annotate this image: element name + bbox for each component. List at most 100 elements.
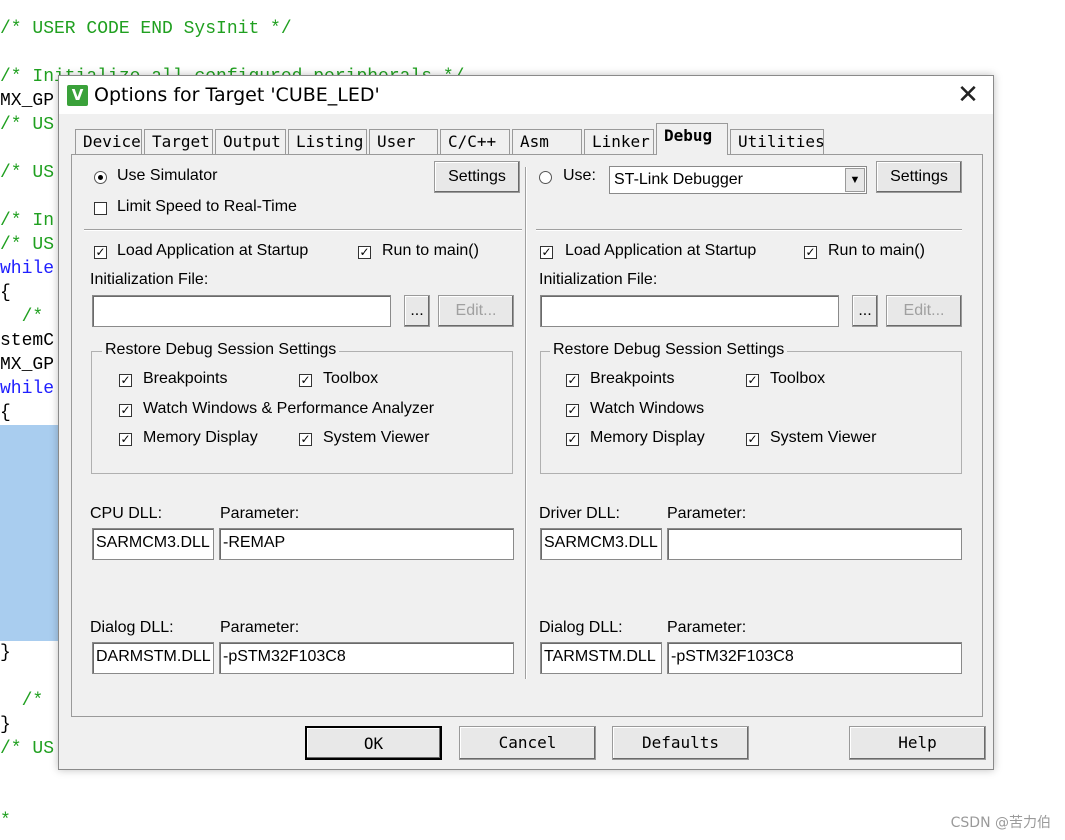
code-line: /* [0, 307, 44, 327]
browse-button-left[interactable]: ... [404, 295, 430, 327]
use-label: Use: [563, 167, 596, 184]
load-app-label-right: Load Application at Startup [565, 242, 757, 259]
watch-checkbox-left[interactable]: ✓ [119, 404, 132, 417]
run-to-main-checkbox-left[interactable]: ✓ [358, 246, 371, 259]
code-line: stemC [0, 331, 55, 351]
breakpoints-label-left: Breakpoints [143, 370, 228, 387]
code-line: /* In [0, 211, 55, 231]
cpu-param-label: Parameter: [220, 505, 300, 522]
toolbox-label-left: Toolbox [323, 370, 379, 387]
dialog-dll-input-left[interactable]: DARMSTM.DLL [92, 642, 214, 674]
memory-checkbox-left[interactable]: ✓ [119, 433, 132, 446]
code-line: MX_GP [0, 91, 55, 111]
restore-title-left: Restore Debug Session Settings [102, 341, 340, 359]
sysviewer-label-left: System Viewer [323, 429, 430, 446]
tab-output[interactable]: Output [215, 129, 286, 154]
code-line: { [0, 403, 11, 423]
run-to-main-checkbox-right[interactable]: ✓ [804, 246, 817, 259]
sysviewer-checkbox-right[interactable]: ✓ [746, 433, 759, 446]
column-divider [525, 167, 527, 679]
use-simulator-radio[interactable] [94, 171, 107, 184]
cpu-dll-input[interactable]: SARMCM3.DLL [92, 528, 214, 560]
close-button[interactable]: ✕ [953, 81, 983, 109]
help-button[interactable]: Help [849, 726, 986, 760]
ok-button[interactable]: OK [305, 726, 442, 760]
cpu-dll-label: CPU DLL: [90, 505, 163, 522]
breakpoints-label-right: Breakpoints [590, 370, 675, 387]
tab-device[interactable]: Device [75, 129, 142, 154]
load-app-label-left: Load Application at Startup [117, 242, 309, 259]
driver-param-label: Parameter: [667, 505, 747, 522]
run-to-main-label-left: Run to main() [382, 242, 479, 259]
left-separator [84, 229, 522, 231]
tab-listing[interactable]: Listing [288, 129, 367, 154]
init-file-label-right: Initialization File: [539, 271, 658, 288]
code-line: MX_GP [0, 355, 55, 375]
limit-speed-checkbox[interactable] [94, 202, 107, 215]
dialog-dll-input-right[interactable]: TARMSTM.DLL [540, 642, 662, 674]
debugger-select-value: ST-Link Debugger [614, 171, 743, 188]
simulator-settings-button[interactable]: Settings [434, 161, 520, 193]
defaults-button[interactable]: Defaults [612, 726, 749, 760]
breakpoints-checkbox-right[interactable]: ✓ [566, 374, 579, 387]
sysviewer-label-right: System Viewer [770, 429, 877, 446]
driver-dll-input[interactable]: SARMCM3.DLL [540, 528, 662, 560]
tab-c-cpp[interactable]: C/C++ [440, 129, 510, 154]
code-line: /* US [0, 163, 55, 183]
init-file-input-left[interactable] [92, 295, 391, 327]
tab-utilities[interactable]: Utilities [730, 129, 825, 154]
watch-checkbox-right[interactable]: ✓ [566, 404, 579, 417]
code-line: /* [0, 691, 44, 711]
title-bar: V Options for Target 'CUBE_LED' ✕ [59, 76, 993, 114]
browse-button-right[interactable]: ... [852, 295, 878, 327]
code-line: } [0, 643, 11, 663]
breakpoints-checkbox-left[interactable]: ✓ [119, 374, 132, 387]
dialog-dll-label-right: Dialog DLL: [539, 619, 623, 636]
code-line: /* US [0, 235, 55, 255]
debug-panel: Use Simulator Settings Limit Speed to Re… [71, 154, 983, 717]
toolbox-checkbox-right[interactable]: ✓ [746, 374, 759, 387]
dialog-param-input-left[interactable]: -pSTM32F103C8 [219, 642, 514, 674]
driver-param-input[interactable] [667, 528, 962, 560]
watch-label-left: Watch Windows & Performance Analyzer [143, 400, 435, 417]
dialog-dll-label-left: Dialog DLL: [90, 619, 174, 636]
edit-button-right[interactable]: Edit... [886, 295, 962, 327]
cancel-button[interactable]: Cancel [459, 726, 596, 760]
tab-target[interactable]: Target [144, 129, 213, 154]
cpu-param-input[interactable]: -REMAP [219, 528, 514, 560]
tab-linker[interactable]: Linker [584, 129, 654, 154]
init-file-input-right[interactable] [540, 295, 839, 327]
run-to-main-label-right: Run to main() [828, 242, 925, 259]
tab-user[interactable]: User [369, 129, 438, 154]
load-app-checkbox-left[interactable]: ✓ [94, 246, 107, 259]
memory-label-right: Memory Display [590, 429, 705, 446]
debugger-settings-button[interactable]: Settings [876, 161, 962, 193]
watermark: CSDN @苦力伯 [950, 815, 1051, 831]
code-line: /* USER CODE END SysInit */ [0, 19, 292, 39]
code-line: * [0, 811, 11, 831]
code-line: } [0, 715, 11, 735]
dialog-param-label-right: Parameter: [667, 619, 747, 636]
selection-highlight [0, 425, 60, 641]
dialog-param-label-left: Parameter: [220, 619, 300, 636]
memory-checkbox-right[interactable]: ✓ [566, 433, 579, 446]
right-separator [536, 229, 962, 231]
load-app-checkbox-right[interactable]: ✓ [540, 246, 553, 259]
sysviewer-checkbox-left[interactable]: ✓ [299, 433, 312, 446]
toolbox-label-right: Toolbox [770, 370, 826, 387]
tab-asm[interactable]: Asm [512, 129, 582, 154]
dialog-title: Options for Target 'CUBE_LED' [94, 84, 380, 106]
debugger-select[interactable]: ST-Link Debugger ▼ [609, 166, 867, 194]
driver-dll-label: Driver DLL: [539, 505, 620, 522]
use-target-radio[interactable] [539, 171, 552, 184]
use-simulator-label: Use Simulator [117, 167, 218, 184]
edit-button-left[interactable]: Edit... [438, 295, 514, 327]
chevron-down-icon[interactable]: ▼ [845, 168, 865, 192]
keil-app-icon: V [67, 85, 88, 106]
code-line: /* US [0, 115, 55, 135]
tab-debug[interactable]: Debug [656, 123, 728, 155]
dialog-param-input-right[interactable]: -pSTM32F103C8 [667, 642, 962, 674]
init-file-label-left: Initialization File: [90, 271, 209, 288]
toolbox-checkbox-left[interactable]: ✓ [299, 374, 312, 387]
options-dialog: V Options for Target 'CUBE_LED' ✕ Device… [58, 75, 994, 770]
